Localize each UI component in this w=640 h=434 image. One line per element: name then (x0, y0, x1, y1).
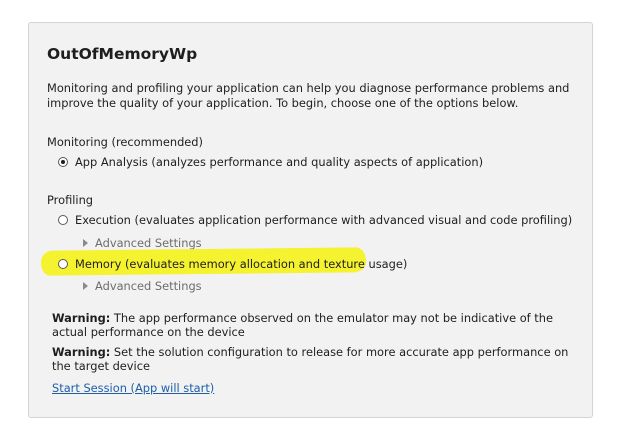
performance-profiler-panel: OutOfMemoryWp Monitoring and profiling y… (28, 22, 593, 418)
start-session-link[interactable]: Start Session (App will start) (52, 381, 214, 395)
advanced-settings-label: Advanced Settings (95, 279, 202, 293)
app-analysis-radio[interactable] (58, 157, 68, 167)
app-analysis-option[interactable]: App Analysis (analyzes performance and q… (58, 155, 483, 169)
execution-advanced-settings[interactable]: Advanced Settings (83, 236, 202, 250)
execution-label: Execution (evaluates application perform… (75, 213, 573, 227)
warning-configuration: Warning: Set the solution configuration … (52, 345, 572, 373)
warning-text: Set the solution configuration to releas… (52, 345, 569, 373)
warnings-block: Warning: The app performance observed on… (52, 311, 572, 379)
memory-option[interactable]: Memory (evaluates memory allocation and … (58, 257, 407, 271)
profiling-section-label: Profiling (47, 193, 94, 207)
memory-radio[interactable] (58, 259, 68, 269)
advanced-settings-label: Advanced Settings (95, 236, 202, 250)
warning-prefix: Warning: (52, 311, 111, 325)
memory-label: Memory (evaluates memory allocation and … (75, 257, 408, 271)
warning-emulator: Warning: The app performance observed on… (52, 311, 572, 339)
execution-radio[interactable] (58, 215, 68, 225)
monitoring-section-label: Monitoring (recommended) (47, 135, 203, 149)
expand-arrow-icon[interactable] (83, 239, 88, 247)
memory-advanced-settings[interactable]: Advanced Settings (83, 279, 202, 293)
app-analysis-label: App Analysis (analyzes performance and q… (75, 155, 484, 169)
page-title: OutOfMemoryWp (47, 45, 198, 63)
expand-arrow-icon[interactable] (83, 282, 88, 290)
intro-text: Monitoring and profiling your applicatio… (47, 81, 570, 110)
execution-option[interactable]: Execution (evaluates application perform… (58, 213, 572, 227)
warning-text: The app performance observed on the emul… (52, 311, 553, 339)
warning-prefix: Warning: (52, 345, 111, 359)
